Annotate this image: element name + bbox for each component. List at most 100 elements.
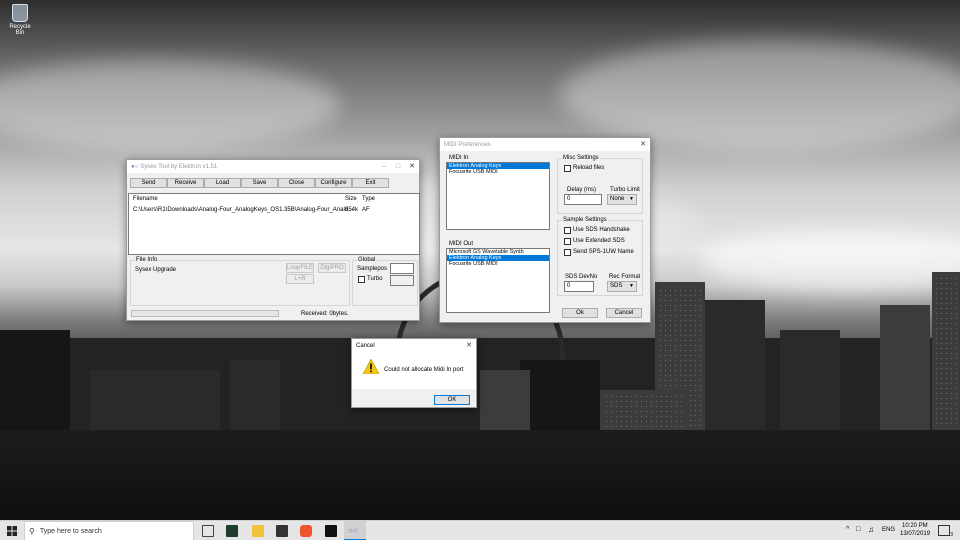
cancel-dialog: Cancel ✕ Could not allocate Midi In port…: [351, 338, 477, 408]
loop-file-button[interactable]: LoopFILE: [286, 263, 314, 273]
exit-button[interactable]: Exit: [352, 178, 389, 188]
reload-files-checkbox[interactable]: [564, 165, 571, 172]
column-type[interactable]: Type: [362, 196, 375, 202]
mail-icon[interactable]: [276, 525, 288, 537]
column-size[interactable]: Size: [345, 196, 357, 202]
file-info-label: File Info: [135, 257, 159, 263]
close-icon[interactable]: ✕: [636, 138, 650, 151]
start-button[interactable]: [4, 521, 22, 540]
building: [780, 330, 840, 430]
clock-date[interactable]: 13/07/2019: [900, 531, 930, 537]
midi-out-label: MIDI Out: [449, 241, 474, 247]
close-icon[interactable]: ✕: [405, 160, 419, 173]
reload-files-label: Reload files: [573, 165, 605, 171]
samplepos-label: Samplepos: [357, 266, 388, 272]
stocks-app-icon[interactable]: [226, 525, 238, 537]
turbo-limit-select[interactable]: None ▼: [607, 194, 637, 205]
rec-format-select[interactable]: SDS ▼: [607, 281, 637, 292]
file-explorer-icon[interactable]: [252, 525, 264, 537]
search-box[interactable]: ⚲ Type here to search: [24, 521, 194, 540]
status-text: Received: 0bytes.: [301, 311, 349, 317]
search-icon: ⚲: [29, 526, 35, 536]
brave-browser-icon[interactable]: [300, 525, 312, 537]
midi-out-item[interactable]: Focusrite USB MIDI: [447, 261, 549, 267]
warning-icon: [363, 359, 379, 374]
send-sps-checkbox[interactable]: [564, 249, 571, 256]
turbo-checkbox[interactable]: [358, 276, 365, 283]
sysex-tool-taskbar-item[interactable]: ○○: [344, 521, 366, 540]
save-button[interactable]: Save: [241, 178, 278, 188]
extended-sds-checkbox[interactable]: [564, 238, 571, 245]
recycle-bin-label: Recycle Bin: [9, 24, 31, 36]
sample-settings-label: Sample Settings: [562, 217, 608, 223]
close-icon[interactable]: ✕: [462, 339, 476, 352]
clock-time[interactable]: 10:20 PM: [902, 523, 928, 529]
send-sps-label: Send SPS-1UW Name: [573, 249, 634, 255]
network-icon[interactable]: □: [856, 526, 860, 533]
cancel-titlebar[interactable]: Cancel ✕: [352, 339, 476, 352]
rec-format-value: SDS: [610, 283, 623, 289]
taskbar: ⚲ Type here to search ○○ ^ □ ♫ ENG 10:20…: [0, 520, 960, 540]
misc-settings-label: Misc Settings: [562, 155, 600, 161]
l-r-button[interactable]: L+R: [286, 274, 314, 284]
dialog-ok-button[interactable]: OK: [434, 395, 470, 405]
turbo-value: [390, 275, 414, 286]
load-button[interactable]: Load: [204, 178, 241, 188]
building: [705, 300, 765, 430]
row-filename[interactable]: C:\Users\R1\Downloads\Analog-Four_Analog…: [133, 207, 353, 213]
turbo-limit-value: None: [610, 196, 625, 202]
midi-out-list[interactable]: Microsoft GS Wavetable Synth Elektron An…: [446, 248, 550, 313]
send-button[interactable]: Send: [130, 178, 167, 188]
midi-preferences-window: MIDI Preferences ✕ MIDI In Elektron Anal…: [439, 137, 651, 323]
rec-format-label: Rec Format: [609, 274, 641, 280]
cloud: [560, 40, 960, 150]
cancel-button[interactable]: Cancel: [606, 308, 642, 318]
maximize-icon[interactable]: □: [391, 160, 405, 173]
water: [0, 430, 960, 520]
close-button[interactable]: Close: [278, 178, 315, 188]
cancel-title: Cancel: [356, 342, 375, 349]
midi-titlebar[interactable]: MIDI Preferences ✕: [440, 138, 650, 151]
delay-input[interactable]: 0: [564, 194, 602, 205]
volume-icon[interactable]: ♫: [868, 525, 874, 534]
building: [880, 305, 930, 430]
building: [230, 360, 280, 440]
recycle-bin-icon: [12, 4, 28, 22]
sysex-titlebar[interactable]: ●○ Sysex Tool by Elektron v1.51 – □ ✕: [127, 160, 419, 173]
sysex-title: Sysex Tool by Elektron v1.51: [140, 163, 218, 170]
midi-in-item[interactable]: Focusrite USB MIDI: [447, 169, 549, 175]
configure-button[interactable]: Configure: [315, 178, 352, 188]
column-filename[interactable]: Filename: [133, 196, 158, 202]
ableton-live-icon[interactable]: [325, 525, 337, 537]
notification-icon[interactable]: 3: [938, 525, 953, 538]
file-info-value: Sysex Upgrade: [135, 267, 177, 273]
sysex-tool-icon: ○○: [348, 526, 358, 535]
extended-sds-label: Use Extended SDS: [573, 238, 625, 244]
windows-icon: [7, 526, 17, 536]
midi-in-label: MIDI In: [449, 155, 469, 161]
sds-devno-label: SDS DevNo: [565, 274, 598, 280]
file-list[interactable]: Filename Size Type C:\Users\R1\Downloads…: [128, 193, 420, 255]
chevron-down-icon: ▼: [629, 283, 634, 289]
sds-handshake-checkbox[interactable]: [564, 227, 571, 234]
samplepos-input[interactable]: [390, 263, 414, 274]
row-type: AF: [362, 207, 370, 213]
tray-overflow-icon[interactable]: ^: [846, 526, 849, 533]
language-indicator[interactable]: ENG: [882, 527, 895, 533]
cloud: [700, 230, 960, 290]
turbo-limit-label: Turbo Limit: [610, 187, 640, 193]
recycle-bin[interactable]: Recycle Bin: [6, 4, 34, 36]
digi-pro-button[interactable]: DigiPRO: [318, 263, 346, 273]
ok-button[interactable]: Ok: [562, 308, 598, 318]
global-group: Global Samplepos Turbo: [352, 257, 418, 306]
receive-button[interactable]: Receive: [167, 178, 204, 188]
app-icon: ●○: [131, 163, 139, 170]
midi-title: MIDI Preferences: [444, 141, 491, 148]
search-placeholder: Type here to search: [39, 527, 102, 535]
midi-in-list[interactable]: Elektron Analog Keys Focusrite USB MIDI: [446, 162, 550, 230]
building-windows: [934, 276, 958, 426]
minimize-icon[interactable]: –: [377, 160, 391, 173]
task-view-icon[interactable]: [202, 525, 214, 537]
sds-devno-input[interactable]: 0: [564, 281, 594, 292]
cloud: [0, 60, 340, 150]
